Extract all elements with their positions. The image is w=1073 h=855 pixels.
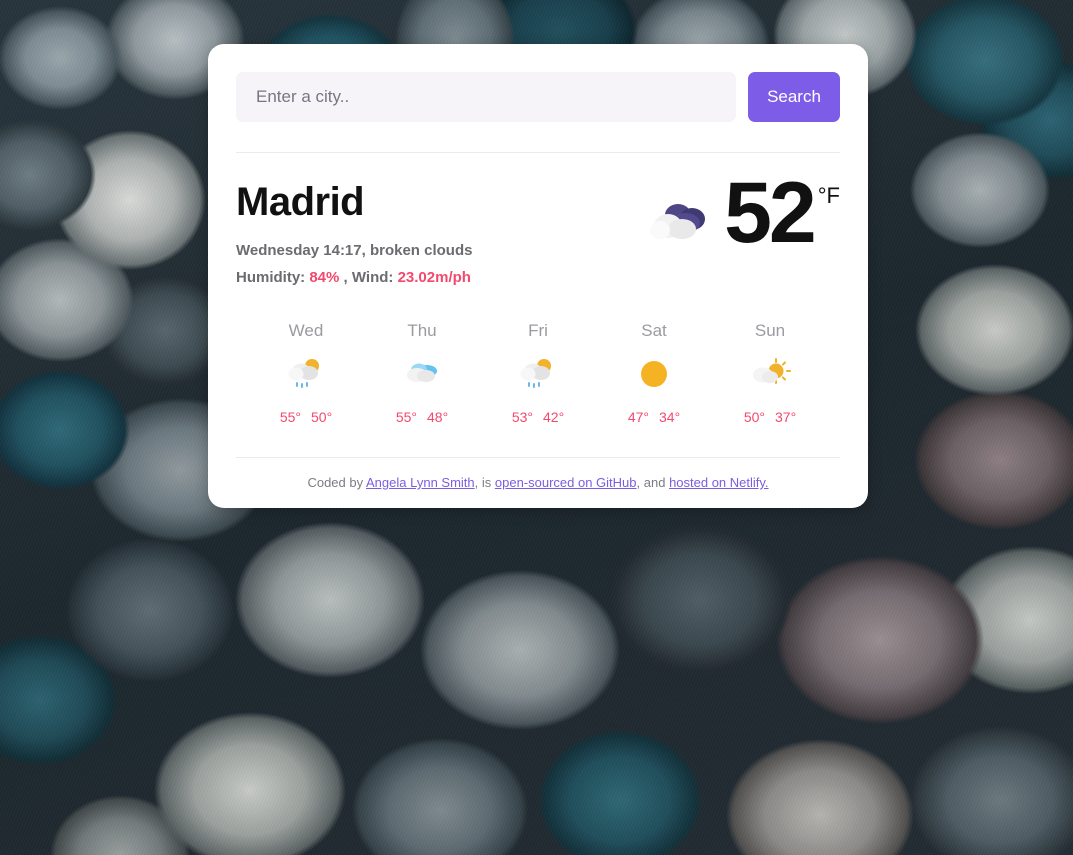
- forecast-day-name: Sun: [754, 321, 786, 340]
- current-temperature-block: 52 °F: [646, 165, 840, 261]
- forecast-low: 34°: [659, 409, 681, 425]
- forecast-low: 42°: [543, 409, 565, 425]
- humidity-wind-line: Humidity: 84% , Wind: 23.02m/ph: [236, 268, 472, 288]
- forecast-temps: 50° 37°: [712, 409, 828, 425]
- forecast-low: 50°: [311, 409, 333, 425]
- forecast-high: 55°: [279, 409, 301, 425]
- forecast-low: 48°: [427, 409, 449, 425]
- footer-mid-2: , and: [636, 475, 670, 490]
- page-title: Madrid: [236, 180, 365, 224]
- search-form: Search: [236, 72, 840, 122]
- wind-value: 23.02m/ph: [397, 268, 471, 286]
- github-link[interactable]: open-sourced on GitHub: [495, 475, 637, 490]
- footer-prefix: Coded by: [307, 475, 366, 490]
- temperature-unit: °F: [817, 183, 840, 208]
- forecast-day-name: Thu: [407, 321, 437, 340]
- forecast-high: 55°: [395, 409, 417, 425]
- footer-mid-1: , is: [474, 475, 495, 490]
- humidity-label: Humidity:: [236, 268, 306, 286]
- forecast-high: 50°: [743, 409, 765, 425]
- sun-cloud-rain-icon: [248, 355, 364, 395]
- forecast-row: Wed 55° 50° Thu 55° 48° Fri 53° 42° Sat …: [236, 287, 840, 425]
- forecast-temps: 55° 50°: [248, 409, 364, 425]
- forecast-temps: 53° 42°: [480, 409, 596, 425]
- forecast-high: 53°: [511, 409, 533, 425]
- search-button[interactable]: Search: [748, 72, 840, 122]
- forecast-day: Sun 50° 37°: [712, 321, 828, 425]
- forecast-day-name: Wed: [288, 321, 324, 340]
- forecast-day: Thu 55° 48°: [364, 321, 480, 425]
- broken-clouds-icon: [646, 199, 714, 248]
- sun-cloud-rain-icon: [480, 355, 596, 395]
- weather-card: Search Madrid Wednesday 14:17, broken cl…: [208, 44, 868, 508]
- forecast-high: 47°: [627, 409, 649, 425]
- wind-label: , Wind:: [343, 268, 394, 286]
- search-input[interactable]: [236, 72, 736, 122]
- forecast-day: Sat 47° 34°: [596, 321, 712, 425]
- datetime-description: Wednesday 14:17, broken clouds: [236, 242, 473, 259]
- humidity-value: 84%: [309, 268, 340, 286]
- sun-icon: [596, 355, 712, 395]
- author-link[interactable]: Angela Lynn Smith: [366, 475, 475, 490]
- current-weather: Madrid Wednesday 14:17, broken clouds Hu…: [236, 153, 840, 287]
- forecast-day-name: Fri: [528, 321, 548, 340]
- current-temperature-value: 52: [724, 165, 817, 261]
- netlify-link[interactable]: hosted on Netlify.: [669, 475, 768, 490]
- forecast-temps: 55° 48°: [364, 409, 480, 425]
- cloud-icon: [364, 355, 480, 395]
- sun-cloud-icon: [712, 355, 828, 395]
- current-weather-info: Madrid Wednesday 14:17, broken clouds Hu…: [236, 181, 472, 287]
- page-footer: Coded by Angela Lynn Smith, is open-sour…: [236, 458, 840, 508]
- forecast-day-name: Sat: [641, 321, 667, 340]
- forecast-low: 37°: [775, 409, 797, 425]
- forecast-temps: 47° 34°: [596, 409, 712, 425]
- forecast-day: Fri 53° 42°: [480, 321, 596, 425]
- forecast-day: Wed 55° 50°: [248, 321, 364, 425]
